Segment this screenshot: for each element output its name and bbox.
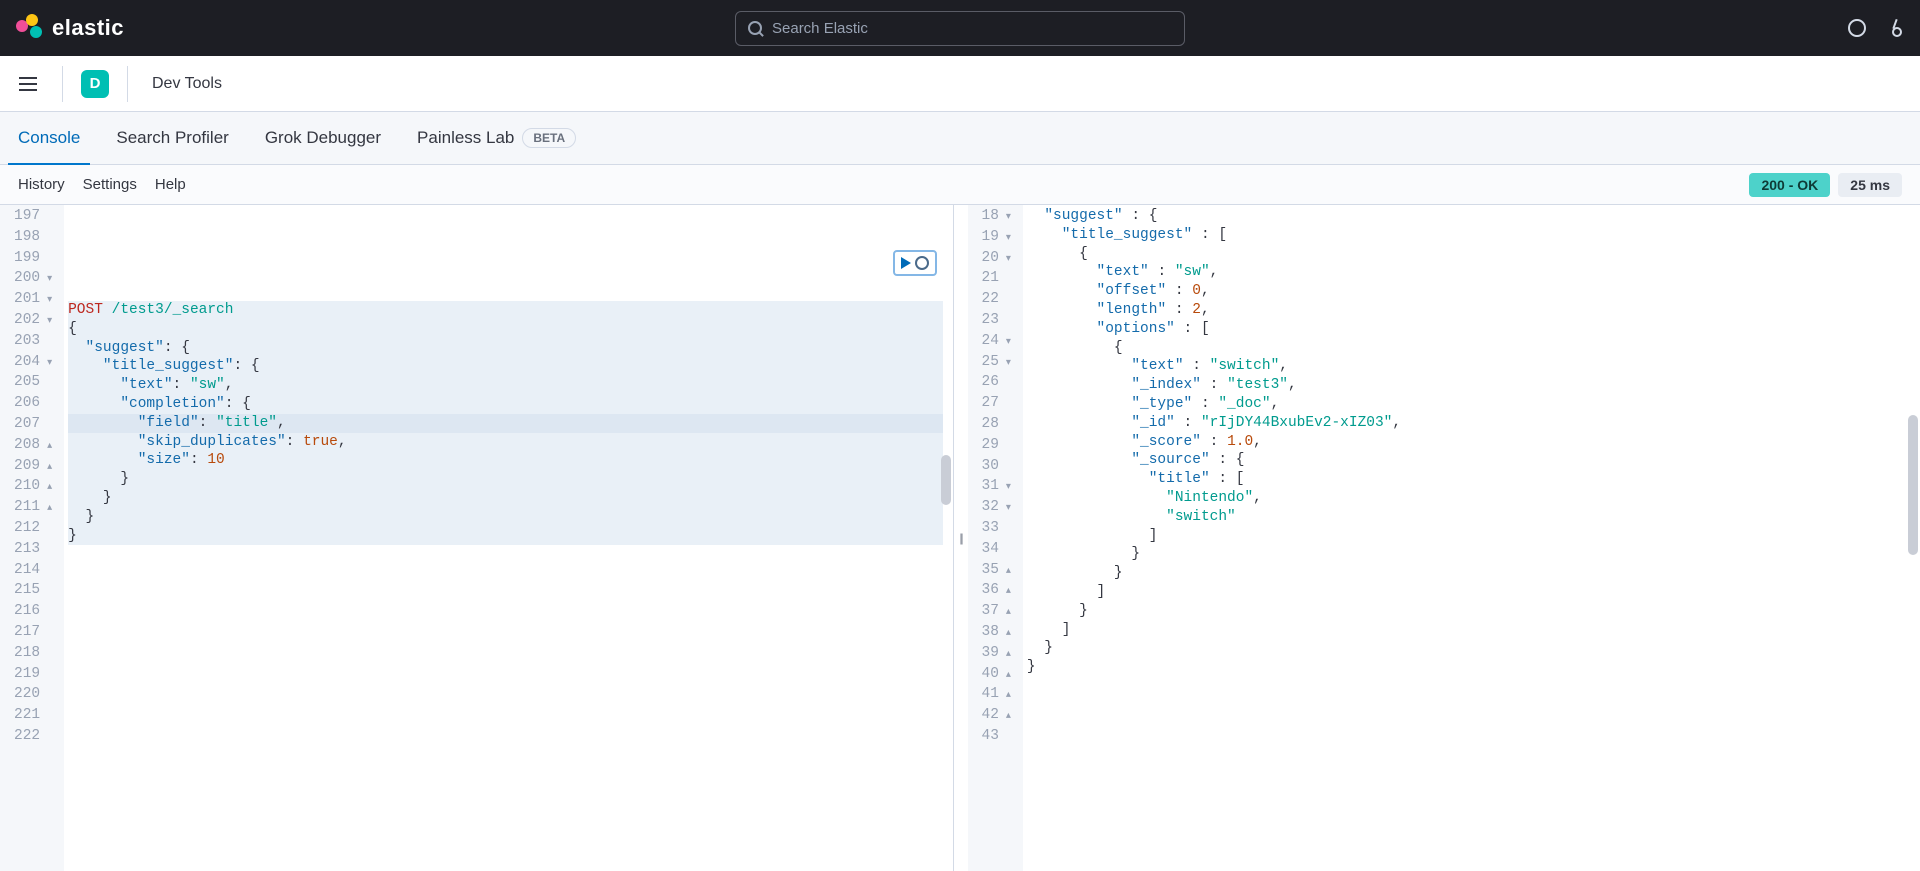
hamburger-menu-button[interactable] xyxy=(12,68,44,100)
topbar-right xyxy=(1848,19,1904,37)
search-icon xyxy=(748,21,762,35)
response-gutter: 18▾19▾20▾21 22 23 24▾25▾26 27 28 29 30 3… xyxy=(968,205,1023,871)
wrench-icon[interactable] xyxy=(915,256,929,270)
tab-painless-lab[interactable]: Painless LabBETA xyxy=(417,112,576,164)
response-editor-pane[interactable]: 18▾19▾20▾21 22 23 24▾25▾26 27 28 29 30 3… xyxy=(968,205,1920,871)
elastic-logo-icon xyxy=(16,14,44,42)
divider xyxy=(62,66,63,102)
app-title: Dev Tools xyxy=(152,75,222,93)
settings-link[interactable]: Settings xyxy=(83,176,137,193)
brand-text: elastic xyxy=(52,15,124,41)
space-badge[interactable]: D xyxy=(81,70,109,98)
tab-grok-debugger[interactable]: Grok Debugger xyxy=(265,112,381,164)
tab-search-profiler[interactable]: Search Profiler xyxy=(116,112,228,164)
tab-console[interactable]: Console xyxy=(18,112,80,164)
request-actions xyxy=(893,250,937,276)
search-placeholder: Search Elastic xyxy=(772,20,868,37)
help-link[interactable]: Help xyxy=(155,176,186,193)
scrollbar-thumb[interactable] xyxy=(941,455,951,505)
status-badge: 200 - OK xyxy=(1749,173,1830,197)
help-icon[interactable] xyxy=(1886,19,1904,37)
request-code[interactable]: POST /test3/_search{ "suggest": { "title… xyxy=(64,205,952,871)
editor-split: 197 198 199 200▾201▾202▾203 204▾205 206 … xyxy=(0,205,1920,871)
request-editor-pane[interactable]: 197 198 199 200▾201▾202▾203 204▾205 206 … xyxy=(0,205,954,871)
app-bar: D Dev Tools xyxy=(0,56,1920,112)
response-code: "suggest" : { "title_suggest" : [ { "tex… xyxy=(1023,205,1920,871)
topbar: elastic Search Elastic xyxy=(0,0,1920,56)
global-search[interactable]: Search Elastic xyxy=(735,11,1185,46)
elastic-logo[interactable]: elastic xyxy=(16,14,124,42)
timing-badge: 25 ms xyxy=(1838,173,1902,197)
beta-badge: BETA xyxy=(522,128,576,148)
play-icon[interactable] xyxy=(901,257,911,269)
newsfeed-icon[interactable] xyxy=(1848,19,1866,37)
tabs-container: Console Search Profiler Grok Debugger Painl… xyxy=(0,112,1920,165)
console-toolbar: History Settings Help 200 - OK 25 ms xyxy=(0,165,1920,205)
scrollbar-thumb[interactable] xyxy=(1908,415,1918,555)
divider xyxy=(127,66,128,102)
request-gutter: 197 198 199 200▾201▾202▾203 204▾205 206 … xyxy=(0,205,64,871)
history-link[interactable]: History xyxy=(18,176,65,193)
pane-splitter[interactable] xyxy=(954,205,968,871)
